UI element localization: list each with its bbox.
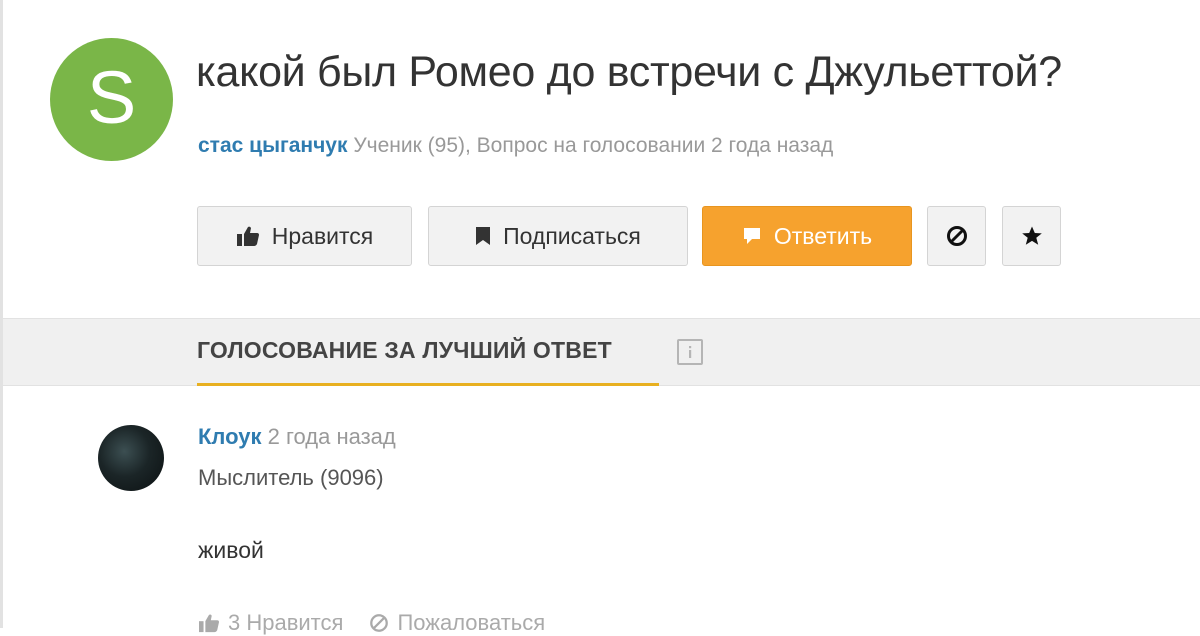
question-meta: стас цыганчук Ученик (95), Вопрос на гол… (198, 134, 833, 158)
star-icon (1021, 225, 1043, 247)
thumbs-up-icon (236, 225, 260, 247)
answer-like-button[interactable]: 3 Нравится (198, 610, 343, 636)
answer-author-line: Клоук 2 года назад (198, 424, 396, 450)
comment-icon (742, 226, 762, 246)
tab-best-answer-vote[interactable]: ГОЛОСОВАНИЕ ЗА ЛУЧШИЙ ОТВЕТ (197, 337, 612, 364)
answer-author-avatar[interactable] (98, 425, 164, 491)
answer-text: живой (198, 537, 264, 563)
bookmark-icon (475, 226, 491, 246)
answer-button[interactable]: Ответить (702, 206, 912, 266)
question-author-link[interactable]: стас цыганчук (198, 134, 348, 157)
answer-time: 2 года назад (261, 424, 396, 449)
question-author-avatar[interactable]: S (50, 38, 173, 161)
answer-author-rank: Мыслитель (9096) (198, 465, 384, 490)
like-button-label: Нравится (271, 222, 374, 249)
report-icon (370, 614, 389, 632)
answer-like-label: 3 Нравится (228, 610, 344, 635)
info-icon[interactable] (677, 339, 703, 365)
page-left-border (0, 0, 3, 628)
favorite-button[interactable] (1002, 206, 1061, 266)
report-button[interactable]: Пожаловаться (369, 610, 545, 636)
subscribe-button[interactable]: Подписаться (428, 206, 688, 266)
thumbs-up-icon (199, 614, 219, 633)
answer-author-link[interactable]: Клоук (198, 424, 262, 449)
block-button[interactable] (927, 206, 986, 266)
subscribe-button-label: Подписаться (503, 222, 641, 249)
block-icon (946, 225, 968, 247)
active-tab-underline (197, 383, 659, 386)
question-meta-text: Ученик (95), Вопрос на голосовании 2 год… (347, 134, 834, 157)
question-title: какой был Ромео до встречи с Джульеттой? (196, 48, 1062, 96)
answer-button-label: Ответить (773, 222, 873, 249)
answer-actions: 3 Нравится Пожаловаться (198, 610, 571, 636)
report-label: Пожаловаться (397, 610, 546, 635)
like-button[interactable]: Нравится (197, 206, 412, 266)
avatar-letter: S (86, 55, 137, 139)
